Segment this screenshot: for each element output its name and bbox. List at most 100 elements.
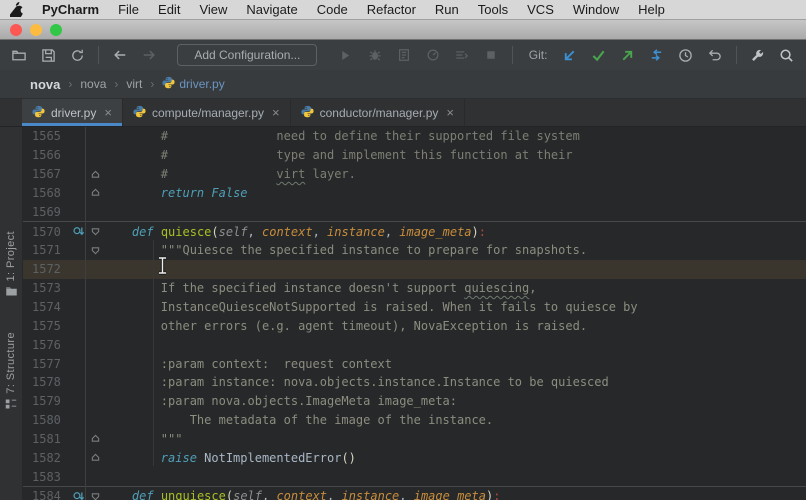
- menu-item-tools[interactable]: Tools: [478, 2, 508, 17]
- menu-item-file[interactable]: File: [118, 2, 139, 17]
- rollback-icon[interactable]: [704, 44, 726, 66]
- menu-item-view[interactable]: View: [199, 2, 227, 17]
- git-commit-icon[interactable]: [588, 44, 610, 66]
- menu-item-navigate[interactable]: Navigate: [246, 2, 297, 17]
- app-menu-pycharm[interactable]: PyCharm: [42, 2, 99, 17]
- code-text[interactable]: """Quiesce the specified instance to pre…: [103, 243, 806, 257]
- code-line-1577[interactable]: 1577 :param context: request context: [23, 354, 806, 373]
- fold-region-start-icon[interactable]: [88, 246, 103, 255]
- zoom-window-button[interactable]: [50, 23, 62, 36]
- line-number[interactable]: 1583: [23, 470, 70, 484]
- code-text[interactable]: return False: [103, 186, 806, 200]
- save-all-icon[interactable]: [37, 44, 59, 66]
- menu-item-run[interactable]: Run: [435, 2, 459, 17]
- code-line-1580[interactable]: 1580 The metadata of the image of the in…: [23, 411, 806, 430]
- fold-region-start-icon[interactable]: [88, 227, 103, 236]
- fold-region-start-icon[interactable]: [88, 492, 103, 500]
- fold-region-end-icon[interactable]: [88, 170, 103, 179]
- code-line-1582[interactable]: 1582 raise NotImplementedError(): [23, 448, 806, 467]
- open-folder-icon[interactable]: [8, 44, 30, 66]
- menu-item-vcs[interactable]: VCS: [527, 2, 554, 17]
- close-tab-icon[interactable]: ×: [272, 105, 280, 120]
- line-number[interactable]: 1581: [23, 432, 70, 446]
- tab-conductor-manager-py[interactable]: conductor/manager.py ×: [291, 99, 465, 126]
- line-number[interactable]: 1571: [23, 243, 70, 257]
- line-number[interactable]: 1576: [23, 338, 70, 352]
- breadcrumb-item-nova-root[interactable]: nova: [30, 77, 60, 92]
- coverage-icon[interactable]: [393, 44, 415, 66]
- menu-item-help[interactable]: Help: [638, 2, 665, 17]
- code-text[interactable]: # virt layer.: [103, 167, 806, 181]
- fold-region-end-icon[interactable]: [88, 188, 103, 197]
- line-number[interactable]: 1582: [23, 451, 70, 465]
- close-window-button[interactable]: [10, 23, 22, 36]
- line-number[interactable]: 1574: [23, 300, 70, 314]
- debug-icon[interactable]: [363, 44, 385, 66]
- minimize-window-button[interactable]: [30, 23, 42, 36]
- tab-compute-manager-py[interactable]: compute/manager.py ×: [123, 99, 291, 126]
- profiler-icon[interactable]: [422, 44, 444, 66]
- git-update-icon[interactable]: [558, 44, 580, 66]
- run-icon[interactable]: [334, 44, 356, 66]
- tool-window-button-structure[interactable]: 7: Structure: [0, 332, 22, 415]
- code-line-1583[interactable]: 1583: [23, 467, 806, 486]
- fold-region-end-icon[interactable]: [88, 453, 103, 462]
- code-line-1584[interactable]: 1584 def unquiesce(self, context, instan…: [23, 486, 806, 500]
- code-text[interactable]: other errors (e.g. agent timeout), NovaE…: [103, 319, 806, 333]
- code-line-1565[interactable]: 1565 # need to define their supported fi…: [23, 127, 806, 146]
- code-text[interactable]: """: [103, 432, 806, 446]
- code-line-1573[interactable]: 1573 If the specified instance doesn't s…: [23, 279, 806, 298]
- code-text[interactable]: # type and implement this function at th…: [103, 148, 806, 162]
- history-icon[interactable]: [675, 44, 697, 66]
- concurrency-icon[interactable]: [451, 44, 473, 66]
- menu-item-code[interactable]: Code: [317, 2, 348, 17]
- fold-region-end-icon[interactable]: [88, 434, 103, 443]
- search-everywhere-icon[interactable]: [776, 44, 798, 66]
- code-line-1569[interactable]: 1569: [23, 202, 806, 221]
- code-line-1566[interactable]: 1566 # type and implement this function …: [23, 146, 806, 165]
- line-number[interactable]: 1570: [23, 225, 70, 239]
- window-title-bar[interactable]: [0, 20, 806, 40]
- code-line-1579[interactable]: 1579 :param nova.objects.ImageMeta image…: [23, 392, 806, 411]
- breadcrumb-item-virt[interactable]: virt: [126, 77, 142, 91]
- back-icon[interactable]: [109, 44, 131, 66]
- sync-icon[interactable]: [66, 44, 88, 66]
- close-tab-icon[interactable]: ×: [104, 105, 112, 120]
- breadcrumb-item-nova[interactable]: nova: [80, 77, 106, 91]
- code-text[interactable]: If the specified instance doesn't suppor…: [103, 281, 806, 295]
- code-editor[interactable]: 1565 # need to define their supported fi…: [23, 127, 806, 500]
- line-number[interactable]: 1580: [23, 413, 70, 427]
- code-line-1570[interactable]: 1570 def quiesce(self, context, instance…: [23, 221, 806, 241]
- settings-wrench-icon[interactable]: [747, 44, 769, 66]
- menu-item-edit[interactable]: Edit: [158, 2, 180, 17]
- code-text[interactable]: def quiesce(self, context, instance, ima…: [103, 225, 806, 239]
- code-text[interactable]: def unquiesce(self, context, instance, i…: [103, 489, 806, 500]
- code-text[interactable]: raise NotImplementedError(): [103, 451, 806, 465]
- line-number[interactable]: 1567: [23, 167, 70, 181]
- code-line-1567[interactable]: 1567 # virt layer.: [23, 165, 806, 184]
- line-number[interactable]: 1565: [23, 129, 70, 143]
- code-line-1574[interactable]: 1574 InstanceQuiesceNotSupported is rais…: [23, 298, 806, 317]
- code-text[interactable]: :param nova.objects.ImageMeta image_meta…: [103, 394, 806, 408]
- line-number[interactable]: 1573: [23, 281, 70, 295]
- code-text[interactable]: :param context: request context: [103, 357, 806, 371]
- code-line-1575[interactable]: 1575 other errors (e.g. agent timeout), …: [23, 316, 806, 335]
- code-text[interactable]: # need to define their supported file sy…: [103, 129, 806, 143]
- menu-item-window[interactable]: Window: [573, 2, 619, 17]
- code-text[interactable]: :param instance: nova.objects.instance.I…: [103, 375, 806, 389]
- line-number[interactable]: 1568: [23, 186, 70, 200]
- code-text[interactable]: The metadata of the image of the instanc…: [103, 413, 806, 427]
- line-number[interactable]: 1572: [23, 262, 70, 276]
- add-configuration-button[interactable]: Add Configuration...: [177, 44, 318, 66]
- line-number[interactable]: 1579: [23, 394, 70, 408]
- forward-icon[interactable]: [138, 44, 160, 66]
- close-tab-icon[interactable]: ×: [446, 105, 454, 120]
- code-line-1581[interactable]: 1581 """: [23, 430, 806, 449]
- code-line-1578[interactable]: 1578 :param instance: nova.objects.insta…: [23, 373, 806, 392]
- line-number[interactable]: 1569: [23, 205, 70, 219]
- code-text[interactable]: InstanceQuiesceNotSupported is raised. W…: [103, 300, 806, 314]
- line-number[interactable]: 1566: [23, 148, 70, 162]
- code-line-1572[interactable]: 1572: [23, 259, 806, 279]
- tab-driver-py[interactable]: driver.py ×: [22, 99, 123, 126]
- tool-window-button-project[interactable]: 1: Project: [0, 231, 22, 302]
